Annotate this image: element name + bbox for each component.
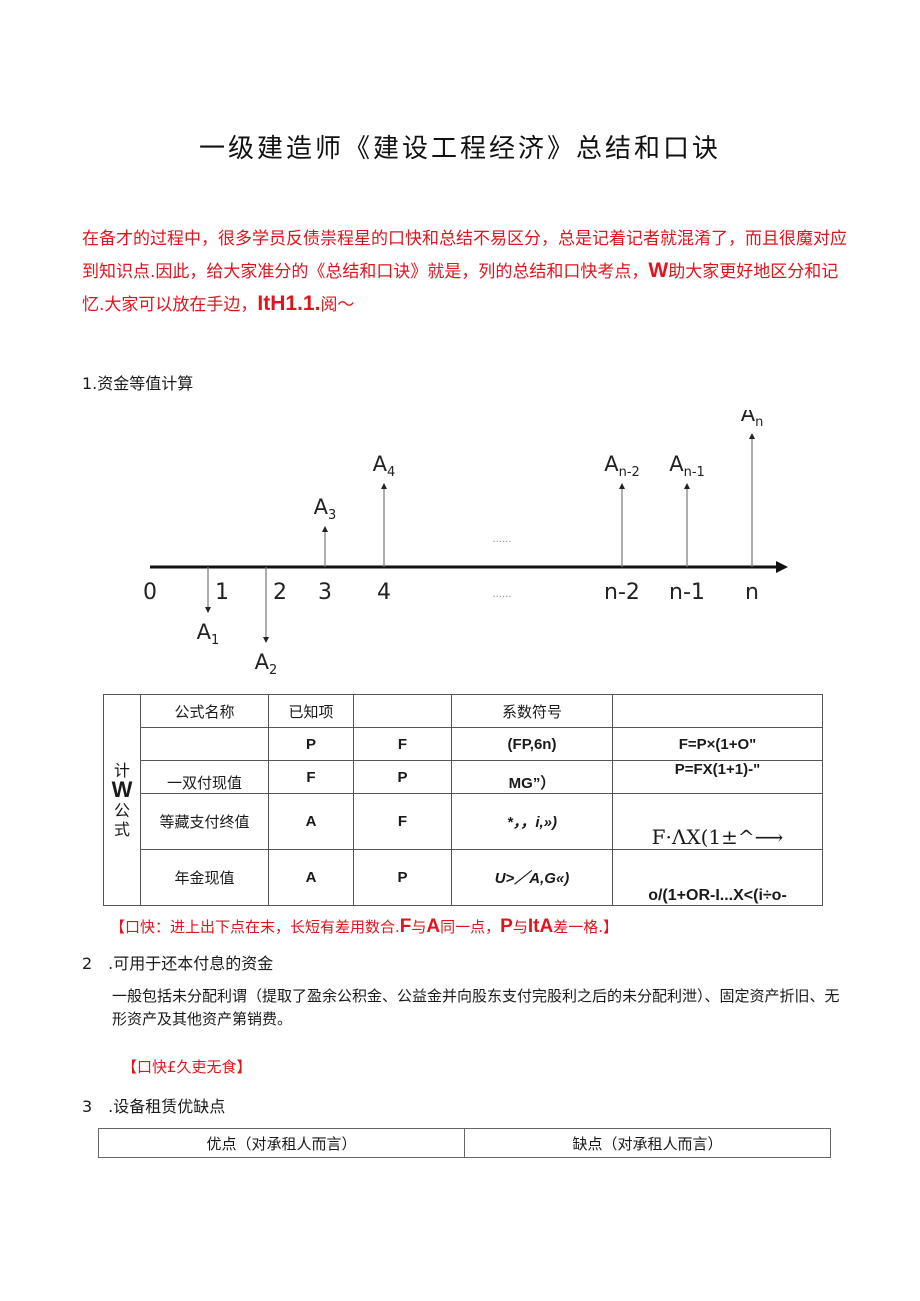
- section3-heading: 3 .设备租赁优缺点: [82, 1097, 226, 1116]
- header-name: 公式名称: [140, 694, 269, 728]
- section1-heading: 1.资金等值计算: [82, 374, 194, 393]
- cash-flow-label: An: [741, 410, 764, 430]
- row-target: F: [353, 793, 452, 850]
- row-name: 等藏支付终值: [140, 793, 269, 850]
- row-symbol: (FP,6n): [451, 727, 613, 761]
- arrow-up-icon: [322, 526, 328, 532]
- arrow-down-icon: [263, 637, 269, 643]
- tip-text: 与: [512, 918, 528, 936]
- tick-label: 1: [215, 580, 229, 605]
- cash-flow-label: A1: [197, 620, 220, 648]
- tip-bold: F: [399, 916, 412, 937]
- mnemonic-tip-2: 【口快£久吏无食】: [122, 1058, 252, 1076]
- arrow-up-icon: [749, 433, 755, 439]
- arrow-up-icon: [381, 483, 387, 489]
- cash-flow-label: A4: [373, 452, 396, 480]
- row-known: F: [268, 760, 354, 794]
- header-advantages: 优点（对承租人而言）: [98, 1128, 465, 1158]
- tick-label: 3: [318, 580, 332, 605]
- tip-text: 差一格.】: [553, 918, 618, 936]
- intro-paragraph: 在备才的过程中，很多学员反债祟程星的口快和总结不易区分，总是记着记者就混淆了，而…: [82, 224, 852, 321]
- row-known: A: [268, 849, 354, 906]
- row-name: 年金现值: [140, 849, 269, 906]
- section2-heading: 2 .可用于还本付息的资金: [82, 954, 274, 973]
- row-name: 一双付现值: [140, 760, 269, 794]
- row-known: A: [268, 793, 354, 850]
- tick-label: 4: [377, 580, 391, 605]
- mnemonic-tip-1: 【口快：进上出下点在末，长短有差用数合.F与A同一点，P与ItA差一格.】: [110, 916, 618, 938]
- side-label-b1: 公: [113, 801, 130, 820]
- table-row: 等藏支付终值 A F *，，i,») F·ΛX(1±^⟶: [104, 793, 823, 850]
- header-symbol: 系数符号: [451, 694, 613, 728]
- side-label: 计 W 公 式: [103, 694, 141, 906]
- tick-label: 2: [273, 580, 287, 605]
- tick-label: n: [745, 580, 759, 605]
- intro-bold-1: W: [648, 259, 669, 282]
- ellipsis-top: ······: [492, 537, 511, 548]
- tick-label: n-2: [604, 580, 640, 605]
- arrow-down-icon: [205, 607, 211, 613]
- table-row: P F (FP,6n) F=P×(1+O": [104, 727, 823, 761]
- table-header-row: 计 W 公 式 公式名称 已知项 系数符号: [103, 694, 823, 906]
- lease-table: 优点（对承租人而言） 缺点（对承租人而言）: [98, 1128, 831, 1158]
- section2-paragraph: 一般包括未分配利谓（提取了盈余公积金、公益金并向股东支付完股利之后的未分配利泄）…: [112, 987, 840, 1028]
- tip-bold: A: [426, 916, 441, 937]
- row-name: [140, 727, 269, 761]
- arrow-up-icon: [684, 483, 690, 489]
- header-target: [353, 694, 452, 728]
- row-target: F: [353, 727, 452, 761]
- cash-flow-label: An-2: [604, 452, 640, 480]
- tick-label: n-1: [669, 580, 705, 605]
- row-formula: o/(1+OR-I...X<(i÷o-: [612, 849, 823, 906]
- side-label-b2: 式: [113, 820, 130, 839]
- row-target: P: [353, 849, 452, 906]
- row-formula: F=P×(1+O": [612, 727, 823, 761]
- cash-flow-timeline: ······ ······ 0 1 2 3 4 n-2 n-1 n A1 A2 A3 A4 An-2 An…: [143, 410, 788, 678]
- intro-text-3: 阅〜: [320, 295, 355, 315]
- cash-flow-label: A2: [255, 650, 278, 678]
- row-formula: P=FX(1+1)-": [612, 760, 823, 794]
- header-disadvantages: 缺点（对承租人而言）: [464, 1128, 831, 1158]
- axis-arrow-icon: [776, 561, 788, 573]
- lease-header-row: 优点（对承租人而言） 缺点（对承租人而言）: [98, 1128, 831, 1158]
- tip-text: 【口快：进上出下点在末，长短有差用数合.: [110, 918, 400, 936]
- tick-label: 0: [143, 580, 157, 605]
- side-label-bold: W: [111, 777, 133, 802]
- table-row: 年金现值 A P U>／A,G«) o/(1+OR-I...X<(i÷o-: [104, 849, 823, 906]
- cash-flow-label: A3: [314, 495, 337, 523]
- table-row: 一双付现值 F P MG”） P=FX(1+1)-": [104, 760, 823, 794]
- tip-bold: P: [500, 916, 513, 937]
- row-target: P: [353, 760, 452, 794]
- row-symbol: *，，i,»): [451, 793, 613, 850]
- tip-bold: ItA: [527, 916, 554, 937]
- row-symbol: MG”）: [451, 760, 613, 794]
- header-formula: [612, 694, 823, 728]
- tip-text: 同一点，: [440, 918, 501, 936]
- header-known: 已知项: [268, 694, 354, 728]
- row-formula: F·ΛX(1±^⟶: [612, 793, 823, 850]
- row-symbol: U>／A,G«): [451, 849, 613, 906]
- ellipsis-bottom: ······: [492, 592, 511, 603]
- arrow-up-icon: [619, 483, 625, 489]
- tip-text: 与: [411, 918, 427, 936]
- document-title: 一级建造师《建设工程经济》总结和口诀: [198, 134, 721, 164]
- cash-flow-label: An-1: [669, 452, 705, 480]
- formula-table: 计 W 公 式 公式名称 已知项 系数符号 P F (FP,6n) F=P×(1…: [103, 694, 823, 906]
- row-known: P: [268, 727, 354, 761]
- intro-bold-2: ItH1.1.: [257, 292, 321, 315]
